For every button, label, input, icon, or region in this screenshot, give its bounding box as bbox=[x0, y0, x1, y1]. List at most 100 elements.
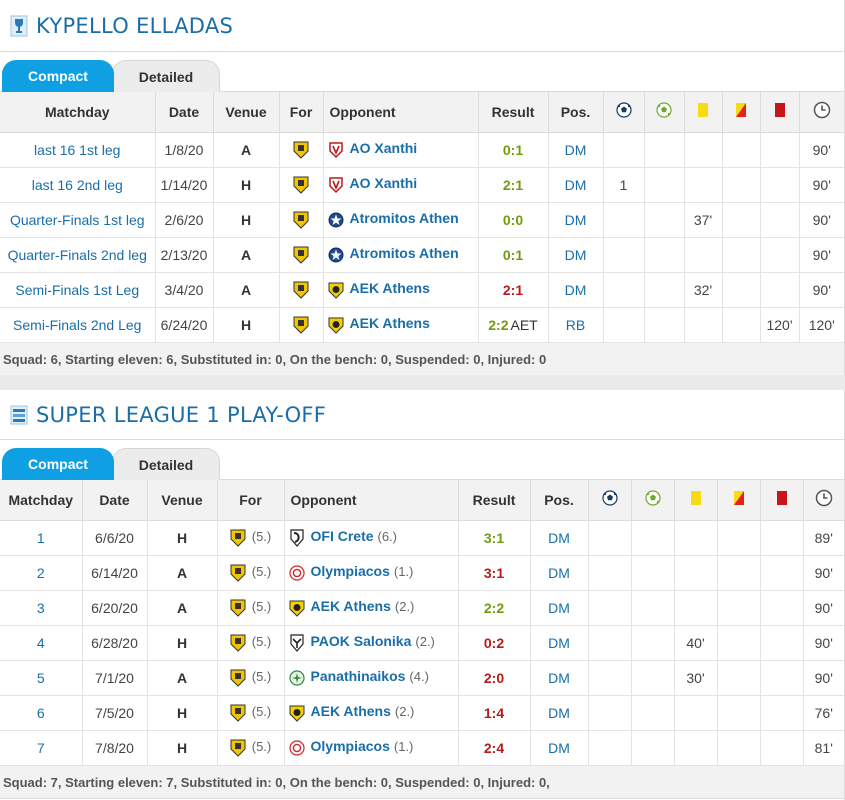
opponent-link[interactable]: AEK Athens bbox=[350, 315, 430, 331]
col-venue[interactable]: Venue bbox=[147, 480, 218, 521]
aek-crest-icon[interactable] bbox=[289, 598, 305, 617]
col-matchday[interactable]: Matchday bbox=[0, 92, 156, 133]
matchday-link[interactable]: Semi-Finals 2nd Leg bbox=[13, 317, 141, 333]
opponent-link[interactable]: PAOK Salonika bbox=[311, 633, 412, 649]
result-link[interactable]: 2:0 bbox=[484, 670, 504, 686]
aris-crest-icon[interactable] bbox=[293, 175, 309, 194]
opponent-link[interactable]: Atromitos Athen bbox=[350, 210, 459, 226]
col-red[interactable] bbox=[760, 92, 800, 133]
aek-crest-icon[interactable] bbox=[328, 315, 344, 334]
xanthi-crest-icon[interactable] bbox=[328, 175, 344, 193]
col-minutes[interactable] bbox=[799, 92, 844, 133]
result-link[interactable]: 2:1 bbox=[503, 282, 523, 298]
matchday-link[interactable]: 5 bbox=[37, 670, 45, 686]
matchday-link[interactable]: Semi-Finals 1st Leg bbox=[15, 282, 139, 298]
matchday-link[interactable]: 1 bbox=[37, 530, 45, 546]
result-link[interactable]: 2:4 bbox=[484, 740, 504, 756]
col-yellow[interactable] bbox=[674, 480, 718, 521]
aris-crest-icon[interactable] bbox=[293, 245, 309, 264]
col-yellow[interactable] bbox=[684, 92, 723, 133]
olympiacos-crest-icon[interactable] bbox=[288, 738, 305, 756]
result-link[interactable]: 0:1 bbox=[503, 142, 523, 158]
col-date[interactable]: Date bbox=[155, 92, 214, 133]
opponent-link[interactable]: AO Xanthi bbox=[350, 140, 418, 156]
matchday-link[interactable]: 2 bbox=[37, 565, 45, 581]
for-rank: (5.) bbox=[251, 599, 272, 615]
col-assists[interactable] bbox=[631, 480, 675, 521]
col-yellowred[interactable] bbox=[717, 480, 761, 521]
pao-crest-icon[interactable] bbox=[288, 668, 305, 686]
opponent-link[interactable]: AEK Athens bbox=[311, 598, 391, 614]
result-link[interactable]: 0:0 bbox=[503, 212, 523, 228]
aris-crest-icon[interactable] bbox=[230, 703, 246, 722]
col-for[interactable]: For bbox=[217, 480, 285, 521]
aris-crest-icon[interactable] bbox=[230, 738, 246, 757]
aris-crest-icon[interactable] bbox=[293, 140, 309, 159]
atromitos-crest-icon[interactable] bbox=[328, 210, 344, 228]
col-yellowred[interactable] bbox=[722, 92, 761, 133]
result-cell: 0:0 bbox=[478, 202, 549, 238]
matchday-link[interactable]: last 16 2nd leg bbox=[32, 177, 123, 193]
col-assists[interactable] bbox=[644, 92, 685, 133]
aek-crest-icon[interactable] bbox=[289, 703, 305, 722]
ofi-crest-icon[interactable] bbox=[289, 528, 305, 547]
atromitos-crest-icon[interactable] bbox=[328, 245, 344, 263]
competition-title[interactable]: SUPER LEAGUE 1 PLAY-OFF bbox=[36, 403, 326, 427]
result-link[interactable]: 0:2 bbox=[484, 635, 504, 651]
opponent-link[interactable]: Atromitos Athen bbox=[350, 245, 459, 261]
col-result[interactable]: Result bbox=[458, 480, 531, 521]
opponent-link[interactable]: AO Xanthi bbox=[350, 175, 418, 191]
opponent-link[interactable]: Olympiacos bbox=[311, 563, 390, 579]
col-red[interactable] bbox=[760, 480, 804, 521]
result-link[interactable]: 3:1 bbox=[484, 530, 504, 546]
result-link[interactable]: 2:1 bbox=[503, 177, 523, 193]
xanthi-crest-icon[interactable] bbox=[328, 140, 344, 158]
goals-cell bbox=[603, 202, 645, 238]
competition-title[interactable]: KYPELLO ELLADAS bbox=[36, 14, 233, 38]
result-link[interactable]: 2:2 bbox=[488, 317, 508, 333]
col-goals[interactable] bbox=[588, 480, 632, 521]
matchday-link[interactable]: last 16 1st leg bbox=[34, 142, 120, 158]
tab-detailed[interactable]: Detailed bbox=[112, 60, 220, 92]
aris-crest-icon[interactable] bbox=[293, 210, 309, 229]
matchday-link[interactable]: 7 bbox=[37, 740, 45, 756]
result-link[interactable]: 0:1 bbox=[503, 247, 523, 263]
matchday-link[interactable]: Quarter-Finals 1st leg bbox=[10, 212, 145, 228]
matchday-link[interactable]: 4 bbox=[37, 635, 45, 651]
aris-crest-icon[interactable] bbox=[230, 563, 246, 582]
opponent-link[interactable]: AEK Athens bbox=[350, 280, 430, 296]
col-for[interactable]: For bbox=[279, 92, 324, 133]
col-position[interactable]: Pos. bbox=[548, 92, 604, 133]
col-goals[interactable] bbox=[603, 92, 645, 133]
col-opponent[interactable]: Opponent bbox=[323, 92, 479, 133]
result-link[interactable]: 1:4 bbox=[484, 705, 504, 721]
col-date[interactable]: Date bbox=[82, 480, 148, 521]
aris-crest-icon[interactable] bbox=[230, 668, 246, 687]
col-position[interactable]: Pos. bbox=[530, 480, 589, 521]
opponent-link[interactable]: AEK Athens bbox=[311, 703, 391, 719]
col-minutes[interactable] bbox=[803, 480, 844, 521]
result-link[interactable]: 2:2 bbox=[484, 600, 504, 616]
tab-detailed[interactable]: Detailed bbox=[112, 448, 220, 480]
aris-crest-icon[interactable] bbox=[230, 633, 246, 652]
aris-crest-icon[interactable] bbox=[230, 528, 246, 547]
tab-compact[interactable]: Compact bbox=[2, 448, 114, 480]
matchday-link[interactable]: Quarter-Finals 2nd leg bbox=[8, 247, 147, 263]
aris-crest-icon[interactable] bbox=[293, 280, 309, 299]
col-opponent[interactable]: Opponent bbox=[284, 480, 459, 521]
matchday-link[interactable]: 6 bbox=[37, 705, 45, 721]
aek-crest-icon[interactable] bbox=[328, 280, 344, 299]
aris-crest-icon[interactable] bbox=[293, 315, 309, 334]
aris-crest-icon[interactable] bbox=[230, 598, 246, 617]
tab-compact[interactable]: Compact bbox=[2, 60, 114, 92]
col-result[interactable]: Result bbox=[478, 92, 549, 133]
opponent-link[interactable]: Panathinaikos bbox=[311, 668, 406, 684]
opponent-link[interactable]: Olympiacos bbox=[311, 738, 390, 754]
olympiacos-crest-icon[interactable] bbox=[288, 563, 305, 581]
result-link[interactable]: 3:1 bbox=[484, 565, 504, 581]
matchday-link[interactable]: 3 bbox=[37, 600, 45, 616]
paok-crest-icon[interactable] bbox=[289, 633, 305, 652]
col-venue[interactable]: Venue bbox=[213, 92, 280, 133]
col-matchday[interactable]: Matchday bbox=[0, 480, 83, 521]
opponent-link[interactable]: OFI Crete bbox=[311, 528, 374, 544]
